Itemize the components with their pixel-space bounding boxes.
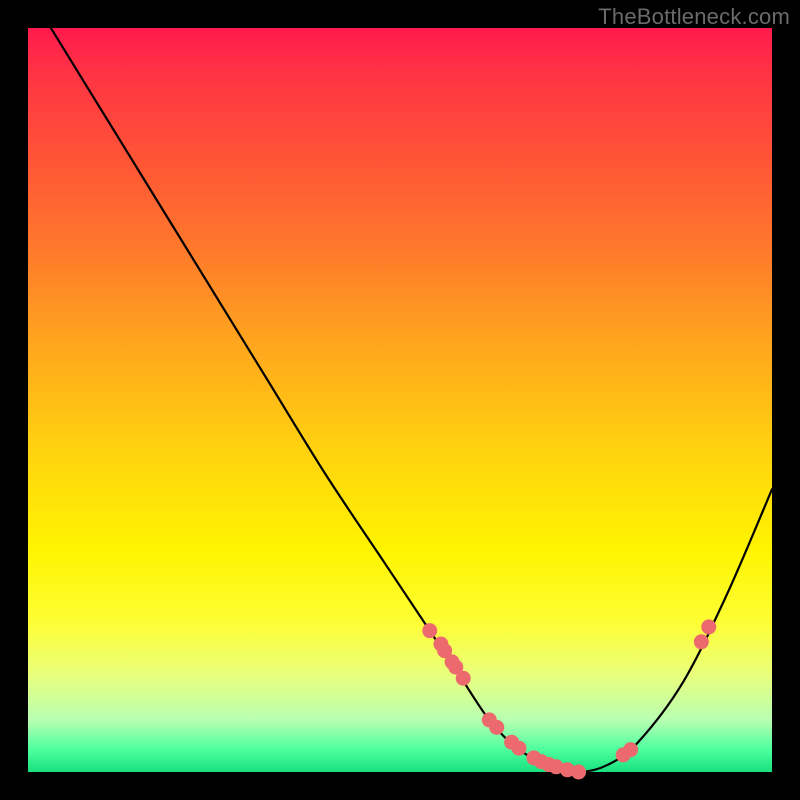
marker-dot xyxy=(422,623,437,638)
marker-dot xyxy=(571,765,586,780)
marker-dot xyxy=(512,741,527,756)
marker-dot xyxy=(694,634,709,649)
marker-dot xyxy=(456,671,471,686)
watermark-text: TheBottleneck.com xyxy=(598,4,790,30)
chart-plot-area xyxy=(28,28,772,772)
bottleneck-chart-svg xyxy=(28,28,772,772)
marker-dot xyxy=(701,619,716,634)
marker-dot xyxy=(489,720,504,735)
marker-dot xyxy=(623,742,638,757)
bottleneck-curve xyxy=(28,0,772,772)
